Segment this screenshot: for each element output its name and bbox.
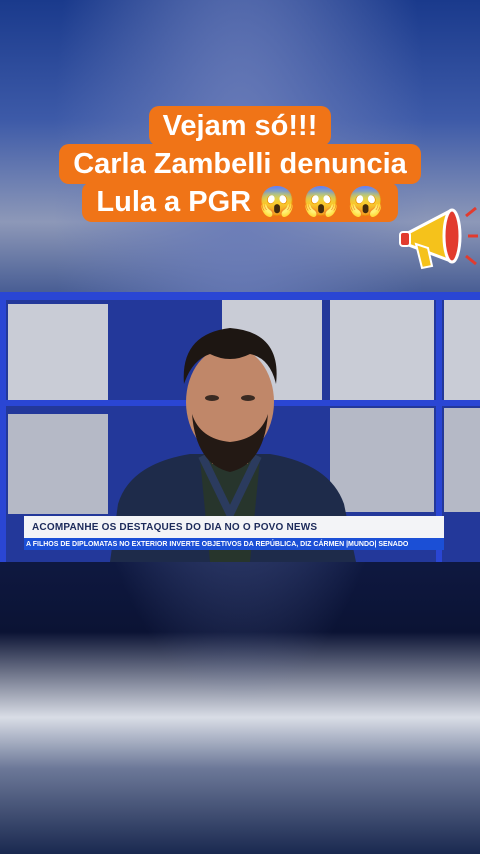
studio-light-strip bbox=[0, 292, 6, 562]
wall-panel bbox=[444, 408, 480, 512]
ticker-text: A FILHOS DE DIPLOMATAS NO EXTERIOR INVER… bbox=[26, 540, 409, 548]
wall-panel bbox=[8, 304, 108, 400]
video-frame[interactable]: ACOMPANHE OS DESTAQUES DO DIA NO O POVO … bbox=[0, 292, 480, 562]
caption-line-3: Lula a PGR 😱 😱 😱 bbox=[82, 182, 398, 222]
caption-line-1: Vejam só!!! bbox=[148, 106, 332, 146]
wall-panel bbox=[444, 300, 480, 400]
megaphone-icon bbox=[399, 206, 478, 270]
news-lower-third: ACOMPANHE OS DESTAQUES DO DIA NO O POVO … bbox=[24, 516, 444, 538]
wall-panel bbox=[8, 414, 108, 514]
news-ticker: A FILHOS DE DIPLOMATAS NO EXTERIOR INVER… bbox=[24, 538, 444, 550]
caption-line-2: Carla Zambelli denuncia bbox=[59, 144, 421, 184]
studio-light-strip bbox=[0, 292, 480, 300]
lower-third-text: ACOMPANHE OS DESTAQUES DO DIA NO O POVO … bbox=[32, 521, 318, 533]
